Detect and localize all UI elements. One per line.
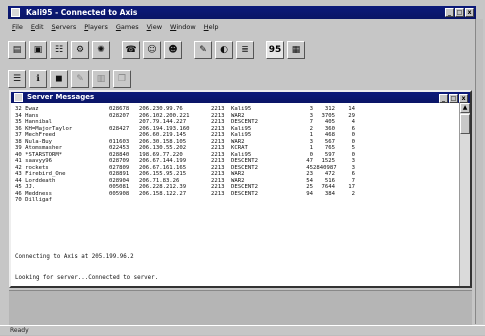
users-icon[interactable]: ☻ — [164, 41, 182, 59]
right-frame — [475, 19, 483, 324]
menu-help[interactable]: Help — [204, 22, 219, 33]
child-app-icon[interactable] — [14, 93, 23, 102]
paint-icon[interactable]: ✎ — [194, 41, 212, 59]
scroll-thumb[interactable] — [460, 114, 470, 134]
menu-bar: File Edit Servers Players Games View Win… — [8, 22, 476, 33]
kick-icon[interactable]: ◼ — [50, 70, 68, 88]
kali95-button[interactable]: 95 — [266, 41, 284, 59]
scroll-up-icon[interactable]: ▲ — [460, 103, 470, 113]
grid-icon[interactable]: ▦ — [287, 41, 305, 59]
child-title-bar[interactable]: Server Messages _ □ x — [11, 92, 470, 103]
child-close-button[interactable]: x — [459, 94, 468, 103]
phone-icon[interactable]: ◐ — [215, 41, 233, 59]
table-cell — [231, 197, 291, 204]
workspace-background — [9, 290, 472, 325]
menu-players[interactable]: Players — [84, 22, 108, 33]
status-bar: Ready — [0, 325, 485, 335]
menu-file[interactable]: File — [12, 22, 23, 33]
copy-icon[interactable]: ❐ — [113, 70, 131, 88]
menu-servers[interactable]: Servers — [52, 22, 77, 33]
main-toolbar: ▤ ▣ ☷ ⚙ ✺ ☎ ☺ ☻ ✎ ◐ ≣ 95 ▦ — [8, 37, 305, 63]
table-cell: 70 Dilligaf — [15, 197, 53, 203]
connect-icon[interactable]: ▣ — [29, 41, 47, 59]
message-line: Connecting to Axis at 205.199.96.2 — [15, 254, 134, 260]
table-cell — [313, 197, 335, 204]
chart-icon[interactable]: ▥ — [92, 70, 110, 88]
menu-edit[interactable]: Edit — [31, 22, 44, 33]
list-icon[interactable]: ☰ — [8, 70, 26, 88]
child-minimize-button[interactable]: _ — [439, 94, 448, 103]
settings-icon[interactable]: ⚙ — [71, 41, 89, 59]
table-cell — [211, 197, 231, 204]
title-bar[interactable]: Kali95 - Connected to Axis _ □ x — [8, 6, 476, 19]
child-title: Server Messages — [27, 93, 95, 101]
menu-games[interactable]: Games — [116, 22, 139, 33]
table-row[interactable]: 70 Dilligaf — [15, 197, 451, 204]
info-icon[interactable]: ℹ — [29, 70, 47, 88]
player-table: 32 Ewaz 028678 206.230.99.76 2213 Kali95 3 312… — [15, 106, 451, 204]
chat-icon[interactable]: ☎ — [122, 41, 140, 59]
minimize-button[interactable]: _ — [445, 8, 454, 17]
edit-icon[interactable]: ✎ — [71, 70, 89, 88]
table-cell — [139, 197, 211, 204]
gear-icon[interactable]: ✺ — [92, 41, 110, 59]
secondary-toolbar: ☰ ℹ ◼ ✎ ▥ ❐ — [8, 66, 131, 92]
menu-view[interactable]: View — [147, 22, 162, 33]
window-title: Kali95 - Connected to Axis — [26, 8, 138, 17]
message-log: Connecting to Axis at 205.199.96.2 Looki… — [15, 240, 158, 296]
table-cell — [335, 197, 355, 204]
maximize-button[interactable]: □ — [455, 8, 464, 17]
menu-window[interactable]: Window — [170, 22, 196, 33]
table-cell — [109, 197, 139, 204]
vertical-scrollbar[interactable]: ▲ — [459, 103, 470, 286]
server-messages-window: Server Messages _ □ x 32 Ewaz 028678 206.2… — [9, 90, 472, 288]
app-window: Kali95 - Connected to Axis _ □ x File Ed… — [0, 0, 485, 335]
person-icon[interactable]: ☺ — [143, 41, 161, 59]
app-icon[interactable] — [11, 8, 20, 17]
notes-icon[interactable]: ≣ — [236, 41, 254, 59]
child-maximize-button[interactable]: □ — [449, 94, 458, 103]
message-line: Looking for server...Connected to server… — [15, 275, 159, 281]
network-icon[interactable]: ☷ — [50, 41, 68, 59]
table-cell — [291, 197, 313, 204]
open-icon[interactable]: ▤ — [8, 41, 26, 59]
close-button[interactable]: x — [465, 8, 474, 17]
